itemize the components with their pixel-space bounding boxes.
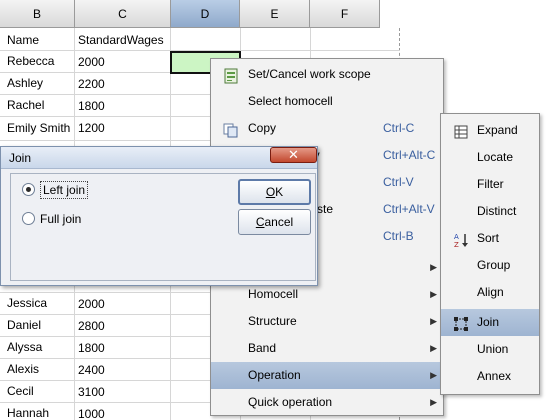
menu-item-shortcut: Ctrl-V (383, 175, 414, 189)
menu-item-shortcut: Ctrl+Alt-V (383, 202, 435, 216)
column-header-b[interactable]: B (0, 0, 75, 28)
menu-item-shortcut: Ctrl-C (383, 121, 415, 135)
submenu-arrow-icon: ▶ (430, 262, 437, 272)
ok-button[interactable]: OK (238, 179, 311, 205)
column-header-c[interactable]: C (75, 0, 171, 28)
cell-name[interactable]: Rebecca (7, 50, 54, 72)
cell-name[interactable]: Alexis (7, 358, 39, 380)
cell-name[interactable]: Emily Smith (7, 117, 70, 139)
left-join-option[interactable]: Left join (22, 180, 122, 200)
submenu-item-label: Annex (477, 369, 512, 383)
menu-item-shortcut: Ctrl-B (383, 229, 414, 243)
cell-name[interactable]: Ashley (7, 72, 43, 94)
submenu-arrow-icon: ▶ (430, 370, 437, 380)
cell-b-header[interactable]: Name (7, 29, 39, 51)
cell-name[interactable]: Hannah (7, 402, 49, 420)
submenu-item-label: Union (477, 342, 509, 356)
menu-item-label: Copy (248, 121, 277, 135)
cell-wage[interactable]: 2200 (78, 73, 105, 95)
submenu-arrow-icon: ▶ (430, 289, 437, 299)
submenu-item-expand[interactable]: Expand (441, 117, 539, 144)
cell-wage[interactable]: 1200 (78, 117, 105, 139)
submenu-item-align[interactable]: Align (441, 279, 539, 306)
menu-item-shortcut: Ctrl+Alt-C (383, 148, 436, 162)
menu-item-label: Select homocell (248, 94, 333, 108)
cell-name[interactable]: Cecil (7, 380, 34, 402)
menu-item-quick-operation[interactable]: Quick operation ▶ (211, 389, 443, 416)
cell-wage[interactable]: 2000 (78, 293, 105, 315)
submenu-item-union[interactable]: Union (441, 336, 539, 363)
menu-item-label: Set/Cancel work scope (248, 67, 371, 81)
submenu-item-annex[interactable]: Annex (441, 363, 539, 390)
join-dialog: Join ✕ Left join Full join OK Cancel (0, 146, 318, 286)
dialog-title: Join (9, 151, 32, 165)
menu-item-label: Operation (248, 368, 301, 382)
submenu-item-locate[interactable]: Locate (441, 144, 539, 171)
submenu-item-distinct[interactable]: Distinct (441, 198, 539, 225)
menu-item-label: ste (317, 202, 334, 216)
menu-item-select-homocell[interactable]: Select homocell (211, 88, 443, 115)
ok-mnemonic: O (265, 185, 276, 199)
cell-wage[interactable]: 1000 (78, 403, 105, 420)
menu-item-operation[interactable]: Operation ▶ (211, 362, 443, 389)
full-join-label: Full join (40, 212, 82, 226)
cell-name[interactable]: Rachel (7, 94, 44, 116)
submenu-item-label: Group (477, 258, 511, 272)
copy-icon (223, 121, 239, 138)
menu-item-set-cancel-work-scope[interactable]: Set/Cancel work scope (211, 61, 443, 88)
menu-item-copy[interactable]: Copy Ctrl-C (211, 115, 443, 142)
submenu-item-label: Expand (477, 123, 518, 137)
column-header-f[interactable]: F (310, 0, 380, 28)
submenu-item-label: Distinct (477, 204, 517, 218)
cancel-button[interactable]: Cancel (238, 209, 311, 235)
left-join-radio[interactable] (22, 183, 35, 196)
cell-wage[interactable]: 2800 (78, 315, 105, 337)
sort-az-icon: AZ (453, 231, 469, 249)
close-button[interactable]: ✕ (270, 147, 317, 163)
svg-text:Z: Z (454, 241, 459, 248)
submenu-item-label: Locate (477, 150, 514, 164)
submenu-item-sort[interactable]: AZ Sort (441, 225, 539, 252)
svg-text:A: A (454, 233, 459, 241)
work-scope-icon (223, 67, 239, 84)
cell-c-header[interactable]: StandardWages (78, 29, 164, 51)
column-header-e[interactable]: E (240, 0, 310, 28)
cell-wage[interactable]: 1800 (78, 337, 105, 359)
cell-name[interactable]: Alyssa (7, 336, 42, 358)
dialog-options-panel: Left join Full join OK Cancel (10, 173, 316, 281)
cell-wage[interactable]: 3100 (78, 381, 105, 403)
full-join-option[interactable]: Full join (22, 209, 122, 229)
cancel-label-rest: ancel (264, 215, 294, 229)
menu-item-band[interactable]: Band ▶ (211, 335, 443, 362)
cell-wage[interactable]: 2000 (78, 51, 105, 73)
menu-item-label: Quick operation (248, 395, 333, 409)
submenu-item-join[interactable]: Join (441, 309, 539, 336)
cell-wage[interactable]: 2400 (78, 359, 105, 381)
left-join-label: Left join (40, 181, 89, 199)
menu-item-label: Structure (248, 314, 297, 328)
close-icon: ✕ (288, 147, 299, 162)
cell-name[interactable]: Daniel (7, 314, 41, 336)
submenu-item-label: Align (477, 285, 504, 299)
cell-name[interactable]: Jessica (7, 292, 47, 314)
full-join-radio[interactable] (22, 212, 35, 225)
expand-icon (453, 123, 469, 139)
cell-wage[interactable]: 1800 (78, 95, 105, 117)
submenu-item-group[interactable]: Group (441, 252, 539, 279)
submenu-arrow-icon: ▶ (430, 316, 437, 326)
menu-item-structure[interactable]: Structure ▶ (211, 308, 443, 335)
submenu-arrow-icon: ▶ (430, 397, 437, 407)
column-header-d[interactable]: D (171, 0, 240, 28)
submenu-item-label: Filter (477, 177, 504, 191)
ok-label-rest: K (275, 185, 284, 199)
operation-submenu: Expand Locate Filter Distinct AZ Sort Gr… (440, 113, 540, 395)
menu-item-label: Band (248, 341, 277, 355)
submenu-item-filter[interactable]: Filter (441, 171, 539, 198)
submenu-item-label: Join (477, 315, 500, 329)
join-icon (453, 315, 469, 331)
submenu-arrow-icon: ▶ (430, 343, 437, 353)
submenu-item-label: Sort (477, 231, 500, 245)
